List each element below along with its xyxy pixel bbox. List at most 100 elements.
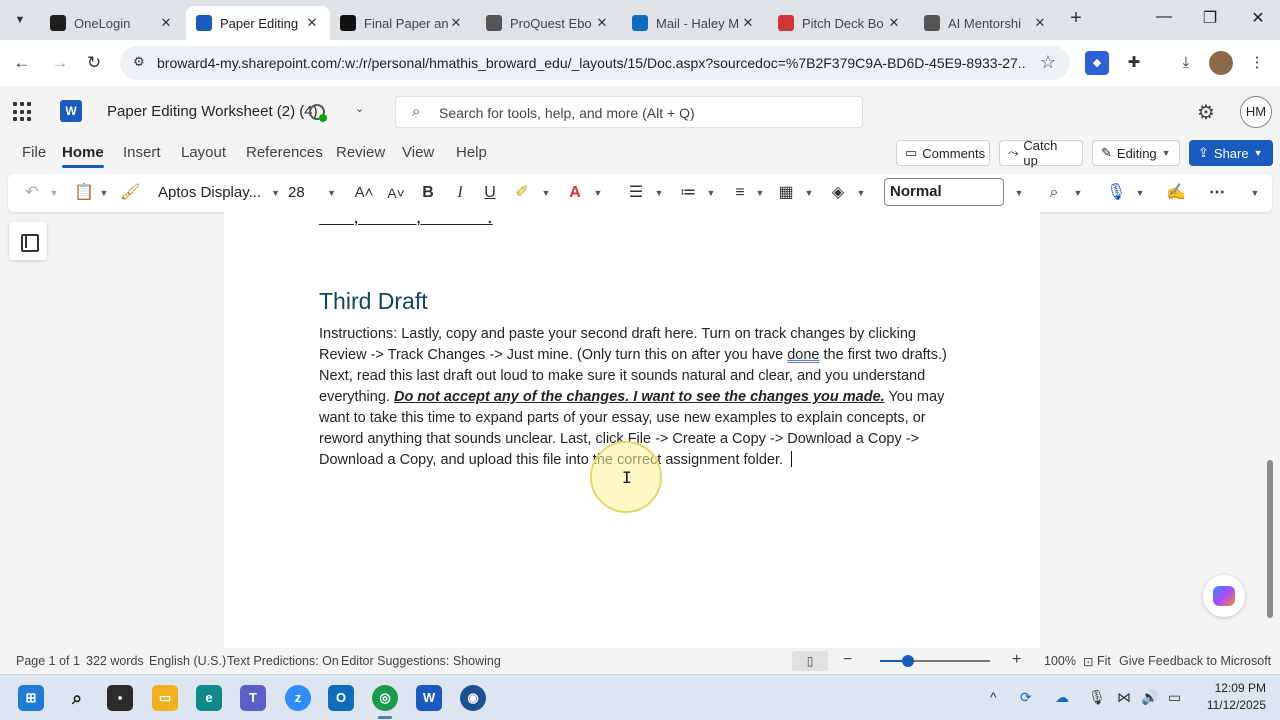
style-dropdown-icon[interactable]: ▼ [1012,181,1026,205]
editor-icon[interactable]: ✍ [1166,181,1186,205]
app-icon[interactable]: ◉ [460,685,486,711]
maximize-icon[interactable]: ❐ [1198,8,1222,32]
italic-icon[interactable]: I [450,181,470,205]
zoom-in-icon[interactable]: + [1012,651,1021,669]
grow-font-icon[interactable]: A˄ [352,181,376,205]
tab-review[interactable]: Review [336,144,385,161]
browser-tab[interactable]: Paper Editing ✕ [186,6,330,40]
download-icon[interactable]: ⤓ [1174,51,1198,75]
extension-icon[interactable]: ◆ [1085,51,1109,75]
close-tab-icon[interactable]: ✕ [448,15,464,31]
tab-help[interactable]: Help [456,144,487,161]
copilot-icon[interactable] [1203,575,1245,617]
close-tab-icon[interactable]: ✕ [886,15,902,31]
word-logo-icon[interactable]: W [60,100,82,122]
bullets-icon[interactable]: ☰ [626,181,646,205]
close-tab-icon[interactable]: ✕ [304,15,320,31]
bold-icon[interactable]: B [418,181,438,205]
chevron-down-icon[interactable]: ⌄ [355,102,364,115]
font-color-dropdown-icon[interactable]: ▼ [592,181,604,205]
editor-suggestions[interactable]: Editor Suggestions: Showing [341,654,501,668]
paragraph-style-select[interactable]: Normal [884,178,1004,206]
format-painter-icon[interactable]: 🖌 [120,181,140,205]
search-icon[interactable]: ⌕ [64,685,90,711]
shading-icon[interactable]: ◈ [828,181,848,205]
scrollbar-thumb[interactable] [1267,460,1273,618]
onedrive-icon[interactable]: ☁ [1055,689,1069,706]
expand-ribbon-icon[interactable]: ▼ [1248,181,1262,205]
tab-search-icon[interactable]: ▼ [8,8,32,32]
dictate-dropdown-icon[interactable]: ▼ [1134,181,1146,205]
feedback-link[interactable]: Give Feedback to Microsoft [1119,654,1271,668]
document-page[interactable]: ____, ______, _______. Third Draft Instr… [224,210,1040,648]
borders-icon[interactable]: ▦ [776,181,796,205]
borders-dropdown-icon[interactable]: ▼ [803,181,815,205]
tab-view[interactable]: View [402,144,434,161]
navigation-pane-icon[interactable] [9,222,47,260]
zoom-out-icon[interactable]: − [843,651,852,669]
close-tab-icon[interactable]: ✕ [158,15,174,31]
dictate-icon[interactable]: 🎙 [1106,181,1126,205]
paste-dropdown-icon[interactable]: ▼ [98,181,110,205]
font-color-icon[interactable]: A [565,181,585,205]
tab-home[interactable]: Home [62,144,104,168]
outlook-icon[interactable]: O [328,685,354,711]
zoom-knob[interactable] [901,655,914,667]
address-bar[interactable]: ⚙ broward4-my.sharepoint.com/:w:/r/perso… [120,46,1070,80]
tab-file[interactable]: File [22,144,46,161]
volume-icon[interactable]: 🔊 [1141,689,1158,706]
page-view-icon[interactable]: ▯ [792,651,828,671]
browser-tab[interactable]: Pitch Deck Bo ✕ [768,6,912,40]
numbering-dropdown-icon[interactable]: ▼ [705,181,717,205]
fit-button[interactable]: Fit [1097,654,1111,668]
tab-insert[interactable]: Insert [123,144,161,161]
heading-third-draft[interactable]: Third Draft [319,288,428,315]
windows-start-icon[interactable]: ⊞ [18,685,44,711]
settings-gear-icon[interactable]: ⚙ [1197,100,1215,125]
file-explorer-icon[interactable]: ▭ [152,685,178,711]
close-tab-icon[interactable]: ✕ [1032,15,1048,31]
user-avatar[interactable]: HM [1240,96,1272,128]
document-title[interactable]: Paper Editing Worksheet (2) (4) [107,103,318,120]
close-tab-icon[interactable]: ✕ [740,15,756,31]
saved-status-icon[interactable] [309,104,327,122]
app-launcher-icon[interactable] [13,102,33,122]
zoom-slider[interactable] [880,655,990,667]
fit-icon[interactable]: ⊡ [1083,654,1093,669]
site-settings-icon[interactable]: ⚙ [130,54,148,72]
browser-tab[interactable]: ProQuest Ebo ✕ [476,6,620,40]
close-window-icon[interactable]: ✕ [1246,8,1270,32]
battery-icon[interactable]: ▭ [1168,689,1181,706]
forward-icon[interactable]: → [48,51,72,75]
teams-icon[interactable]: T [240,685,266,711]
highlight-icon[interactable]: ✐ [512,181,532,205]
url-text[interactable]: broward4-my.sharepoint.com/:w:/r/persona… [157,55,1027,71]
undo-dropdown-icon[interactable]: ▼ [48,181,60,205]
language[interactable]: English (U.S.) [149,654,226,668]
shading-dropdown-icon[interactable]: ▼ [855,181,867,205]
text-predictions[interactable]: Text Predictions: On [227,654,339,668]
comments-button[interactable]: ▭ Comments [896,140,990,166]
find-dropdown-icon[interactable]: ▼ [1072,181,1084,205]
paste-icon[interactable]: 📋 [74,181,94,205]
network-icon[interactable]: ⋈ [1117,689,1131,706]
tray-chevron-icon[interactable]: ^ [990,689,997,705]
zoom-level[interactable]: 100% [1044,654,1076,668]
tab-layout[interactable]: Layout [181,144,226,161]
align-dropdown-icon[interactable]: ▼ [754,181,766,205]
share-button[interactable]: ⇪ Share ▼ [1189,140,1273,166]
back-icon[interactable]: ← [10,51,34,75]
close-tab-icon[interactable]: ✕ [594,15,610,31]
task-view-icon[interactable]: ▪ [107,685,133,711]
reload-icon[interactable]: ↻ [82,51,106,75]
numbering-icon[interactable]: ≔ [678,181,698,205]
bullets-dropdown-icon[interactable]: ▼ [653,181,665,205]
more-options-icon[interactable]: ⋯ [1206,181,1228,205]
undo-icon[interactable]: ↶ [22,181,42,205]
browser-tab[interactable]: AI Mentorshi ✕ [914,6,1058,40]
browser-tab[interactable]: Mail - Haley M ✕ [622,6,766,40]
edge-icon[interactable]: e [196,685,222,711]
tab-references[interactable]: References [246,144,323,161]
browser-tab[interactable]: Final Paper an ✕ [330,6,474,40]
profile-avatar[interactable] [1209,51,1233,75]
